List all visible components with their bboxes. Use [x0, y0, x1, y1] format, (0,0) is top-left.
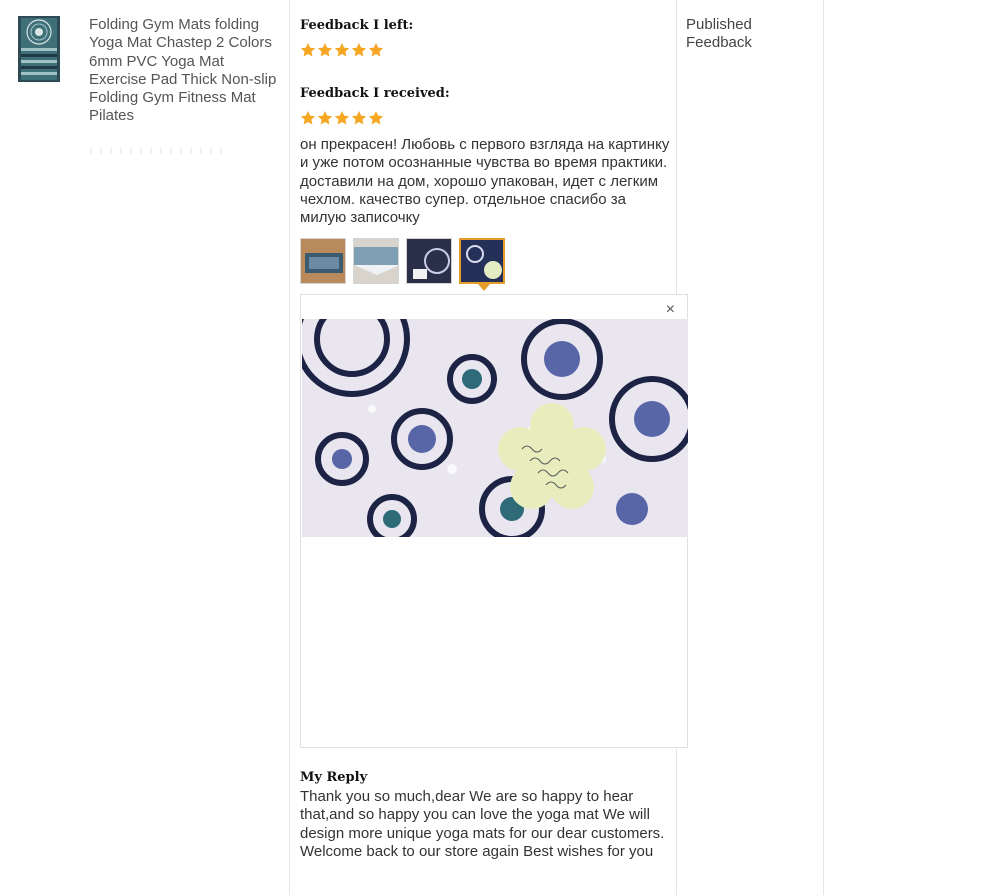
review-photo-1[interactable]: [300, 238, 346, 284]
star-icon: [300, 43, 316, 57]
feedback-left-stars: [300, 42, 384, 58]
faded-text: [90, 148, 228, 154]
product-column: Folding Gym Mats folding Yoga Mat Chaste…: [0, 0, 289, 895]
enlarged-photo: [302, 319, 688, 537]
reply-text: Thank you so much,dear We are so happy t…: [300, 788, 665, 860]
star-icon: [351, 43, 367, 57]
product-title[interactable]: Folding Gym Mats folding Yoga Mat Chaste…: [89, 16, 279, 126]
selected-photo-arrow: [478, 284, 490, 291]
review-photo-4[interactable]: [459, 238, 505, 284]
star-icon: [368, 111, 384, 125]
star-icon: [334, 43, 350, 57]
review-photos: [300, 238, 505, 284]
product-thumbnail[interactable]: [18, 16, 60, 82]
star-icon: [317, 43, 333, 57]
review-text: он прекрасен! Любовь с первого взгляда н…: [300, 136, 670, 227]
close-icon[interactable]: ×: [666, 300, 675, 320]
status-text: Published Feedback: [686, 16, 752, 52]
feedback-received-stars: [300, 110, 384, 126]
yoga-mat-image: [18, 16, 60, 82]
feedback-left-label: Feedback I left:: [300, 18, 414, 33]
star-icon: [317, 111, 333, 125]
star-icon: [368, 43, 384, 57]
star-icon: [351, 111, 367, 125]
status-column: Published Feedback: [677, 0, 824, 895]
photo-viewer: ×: [300, 294, 688, 748]
my-reply-label: My Reply: [300, 770, 368, 785]
feedback-column: Feedback I left: Feedback I received: он…: [290, 0, 688, 895]
star-icon: [334, 111, 350, 125]
review-photo-3[interactable]: [406, 238, 452, 284]
review-photo-2[interactable]: [353, 238, 399, 284]
feedback-received-label: Feedback I received:: [300, 86, 450, 101]
star-icon: [300, 111, 316, 125]
